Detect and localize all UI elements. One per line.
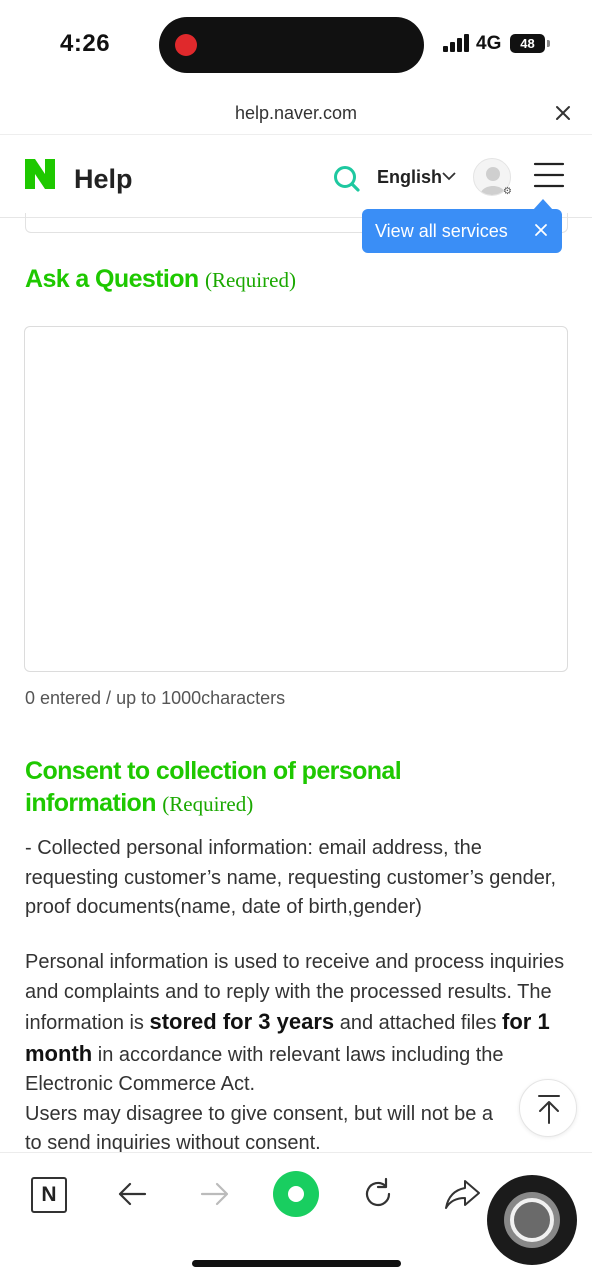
forward-arrow-icon[interactable] [198,1177,232,1211]
share-icon[interactable] [443,1177,481,1211]
question-heading: Ask a Question (Required) [25,265,296,294]
recording-indicator [175,34,197,56]
char-counter: 0 entered / up to 1000characters [25,688,286,708]
chevron-down-icon[interactable] [441,169,457,183]
usage-text-2: and attached files [339,1012,497,1034]
usage-text-5: to send inquiries without consent. [25,1132,321,1154]
required-label: (Required) [204,268,296,292]
consent-text: - Collected personal information: email … [25,834,570,952]
battery-icon: 48 [510,34,545,53]
required-label: (Required) [162,792,254,816]
site-header: Help English ⚙ [0,136,592,218]
collected-info: - Collected personal information: email … [25,837,557,918]
consent-heading: Consent to collection of personal inform… [25,755,495,820]
home-indicator[interactable] [192,1260,401,1267]
menu-icon[interactable] [533,161,565,189]
usage-bold-1: stored for 3 years [149,1009,335,1034]
signal-icon [443,34,471,52]
naver-home-button[interactable]: N [31,1177,67,1213]
scroll-to-top-button[interactable] [519,1079,577,1137]
question-textarea[interactable] [24,326,568,672]
usage-text-4: Users may disagree to give consent, but … [25,1102,494,1125]
dynamic-island [159,17,424,73]
assistive-touch-button[interactable] [487,1175,577,1265]
url-bar[interactable]: help.naver.com [0,88,592,135]
status-bar: 4:26 4G 48 [0,0,592,88]
arrow-up-icon [538,1095,560,1124]
status-time: 4:26 [60,30,111,57]
network-type: 4G [476,33,502,54]
usage-paragraph: Personal information is used to receive … [25,948,570,1159]
green-dot-button[interactable] [273,1171,319,1217]
gear-icon: ⚙ [503,186,512,197]
close-icon[interactable] [533,222,549,238]
close-icon[interactable] [552,102,574,124]
question-title: Ask a Question [25,265,199,293]
view-all-services-tooltip[interactable]: View all services [362,209,562,253]
back-arrow-icon[interactable] [115,1177,149,1211]
tooltip-label[interactable]: View all services [375,221,508,242]
url-domain[interactable]: help.naver.com [0,103,592,124]
reload-icon[interactable] [361,1177,395,1211]
usage-text-3: in accordance with relevant laws includi… [25,1043,504,1096]
page-title[interactable]: Help [74,164,133,195]
naver-logo-icon[interactable] [22,156,58,192]
language-selector[interactable]: English [377,167,442,188]
search-icon[interactable] [332,164,362,194]
